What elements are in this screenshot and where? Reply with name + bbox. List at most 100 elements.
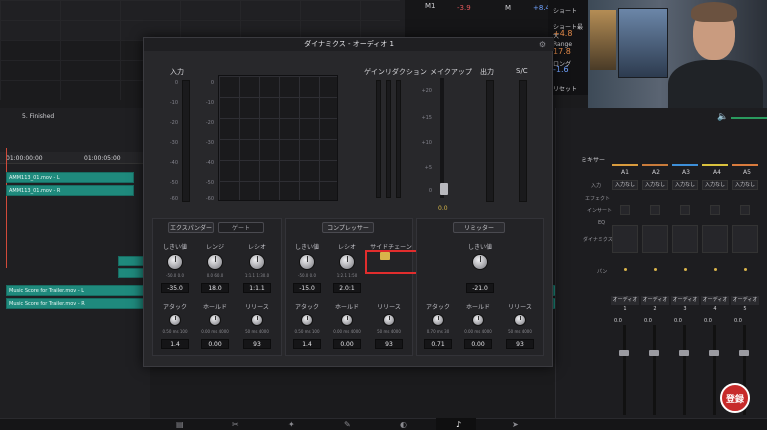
fader-knob[interactable] — [649, 350, 659, 356]
range-label: レンジ — [205, 244, 224, 251]
speaker-icon[interactable]: 🔈 — [717, 112, 728, 122]
input-select[interactable]: 入力なし — [642, 180, 668, 190]
pan-indicator[interactable] — [744, 268, 747, 271]
input-scale-tick: 0 — [174, 80, 178, 86]
limiter-hold-value[interactable]: 0.00 — [464, 339, 492, 349]
expander-attack-value[interactable]: 1.4 — [161, 339, 189, 349]
limiter-attack-knob[interactable] — [432, 314, 444, 326]
insert-button[interactable] — [710, 205, 720, 215]
audio-clip[interactable]: AMM113_01.mov - L — [6, 172, 134, 183]
volume-slider[interactable] — [731, 117, 767, 119]
makeup-scale-tick: +10 — [421, 140, 432, 146]
audio-clip-fragment[interactable] — [118, 256, 144, 266]
cut-page-icon[interactable]: ✂ — [232, 420, 239, 429]
input-select[interactable]: 入力なし — [732, 180, 758, 190]
compressor-ratio-knob[interactable] — [339, 254, 355, 270]
expander-release-value[interactable]: 93 — [243, 339, 271, 349]
input-select[interactable]: 入力なし — [702, 180, 728, 190]
expander-hold-knob[interactable] — [209, 314, 221, 326]
reset-button[interactable]: リセット — [553, 84, 577, 93]
expander-threshold-value[interactable]: -35.0 — [161, 283, 189, 293]
fader-knob[interactable] — [709, 350, 719, 356]
graph-scale-tick: -10 — [205, 100, 214, 106]
tab-compressor[interactable]: コンプレッサー — [322, 222, 374, 233]
dynamics-graph[interactable] — [702, 225, 728, 253]
limiter-release-value[interactable]: 93 — [506, 339, 534, 349]
compressor-ratio-value[interactable]: 2.0:1 — [333, 283, 361, 293]
audio-clip[interactable]: AMM113_01.mov - R — [6, 185, 134, 196]
row-eq-label: EQ — [598, 220, 606, 226]
dynamics-graph[interactable] — [672, 225, 698, 253]
pan-indicator[interactable] — [654, 268, 657, 271]
dynamics-graph[interactable] — [642, 225, 668, 253]
fader-track[interactable] — [623, 325, 626, 415]
fusion-page-icon[interactable]: ✎ — [344, 420, 351, 429]
limiter-release-knob[interactable] — [514, 314, 526, 326]
expander-hold-value[interactable]: 0.00 — [201, 339, 229, 349]
insert-button[interactable] — [650, 205, 660, 215]
subscribe-badge[interactable]: 登録 — [720, 383, 750, 413]
expander-attack-knob[interactable] — [169, 314, 181, 326]
color-page-icon[interactable]: ◐ — [400, 420, 407, 429]
knob-range: 50 ms 4000 — [508, 329, 532, 334]
media-page-icon[interactable]: ▤ — [176, 420, 184, 429]
pan-indicator[interactable] — [714, 268, 717, 271]
compressor-hold-knob[interactable] — [341, 314, 353, 326]
limiter-threshold-knob[interactable] — [472, 254, 488, 270]
makeup-scale-tick: +20 — [421, 88, 432, 94]
insert-button[interactable] — [620, 205, 630, 215]
gear-icon[interactable]: ⚙ — [539, 40, 546, 49]
dynamics-graph[interactable] — [732, 225, 758, 253]
music-clip[interactable]: Music Score for Trailer.mov - L — [6, 285, 144, 296]
expander-ratio-value[interactable]: 1:1.1 — [243, 283, 271, 293]
limiter-hold-knob[interactable] — [472, 314, 484, 326]
release-label: リリース — [377, 304, 401, 311]
input-select[interactable]: 入力なし — [612, 180, 638, 190]
dialog-title[interactable]: ダイナミクス - オーディオ 1 — [144, 38, 554, 51]
makeup-value[interactable]: 0.0 — [438, 205, 448, 212]
row-effects-label: エフェクト — [585, 196, 611, 202]
compressor-release-value[interactable]: 93 — [375, 339, 403, 349]
limiter-threshold-value[interactable]: -21.0 — [466, 283, 494, 293]
fader-knob[interactable] — [679, 350, 689, 356]
playhead[interactable] — [6, 148, 7, 268]
dynamics-graph[interactable] — [612, 225, 638, 253]
limiter-attack-value[interactable]: 0.71 — [424, 339, 452, 349]
compressor-threshold-knob[interactable] — [299, 254, 315, 270]
pan-indicator[interactable] — [684, 268, 687, 271]
edit-page-icon[interactable]: ✦ — [288, 420, 295, 429]
input-select[interactable]: 入力なし — [672, 180, 698, 190]
audio-clip-fragment[interactable] — [118, 268, 144, 278]
insert-button[interactable] — [680, 205, 690, 215]
fader-knob[interactable] — [739, 350, 749, 356]
compressor-threshold-value[interactable]: -15.0 — [293, 283, 321, 293]
tab-expander[interactable]: エクスパンダー — [168, 222, 214, 233]
expander-range-knob[interactable] — [207, 254, 223, 270]
pan-indicator[interactable] — [624, 268, 627, 271]
fairlight-page-icon[interactable]: ♪ — [456, 420, 461, 429]
compressor-hold-value[interactable]: 0.00 — [333, 339, 361, 349]
fader-knob[interactable] — [619, 350, 629, 356]
input-scale-tick: -50 — [169, 180, 178, 186]
makeup-slider-track[interactable] — [440, 78, 444, 198]
expander-range-value[interactable]: 18.0 — [201, 283, 229, 293]
expander-threshold-knob[interactable] — [167, 254, 183, 270]
tab-gate[interactable]: ゲート — [218, 222, 264, 233]
music-clip[interactable]: Music Score for Trailer.mov - R — [6, 298, 144, 309]
fader-track[interactable] — [683, 325, 686, 415]
compressor-attack-value[interactable]: 1.4 — [293, 339, 321, 349]
tab-limiter[interactable]: リミッター — [453, 222, 505, 233]
deliver-page-icon[interactable]: ➤ — [512, 420, 519, 429]
insert-button[interactable] — [740, 205, 750, 215]
compressor-release-knob[interactable] — [383, 314, 395, 326]
expander-ratio-knob[interactable] — [249, 254, 265, 270]
makeup-slider-handle[interactable] — [440, 183, 448, 195]
page-navigation-bar — [0, 418, 767, 430]
expander-release-knob[interactable] — [251, 314, 263, 326]
compressor-attack-knob[interactable] — [301, 314, 313, 326]
fader-track[interactable] — [713, 325, 716, 415]
fader-track[interactable] — [653, 325, 656, 415]
timeline-tab[interactable]: 5. Finished — [22, 113, 54, 120]
row-pan-label: パン — [597, 269, 608, 275]
makeup-scale-tick: 0 — [428, 188, 432, 194]
